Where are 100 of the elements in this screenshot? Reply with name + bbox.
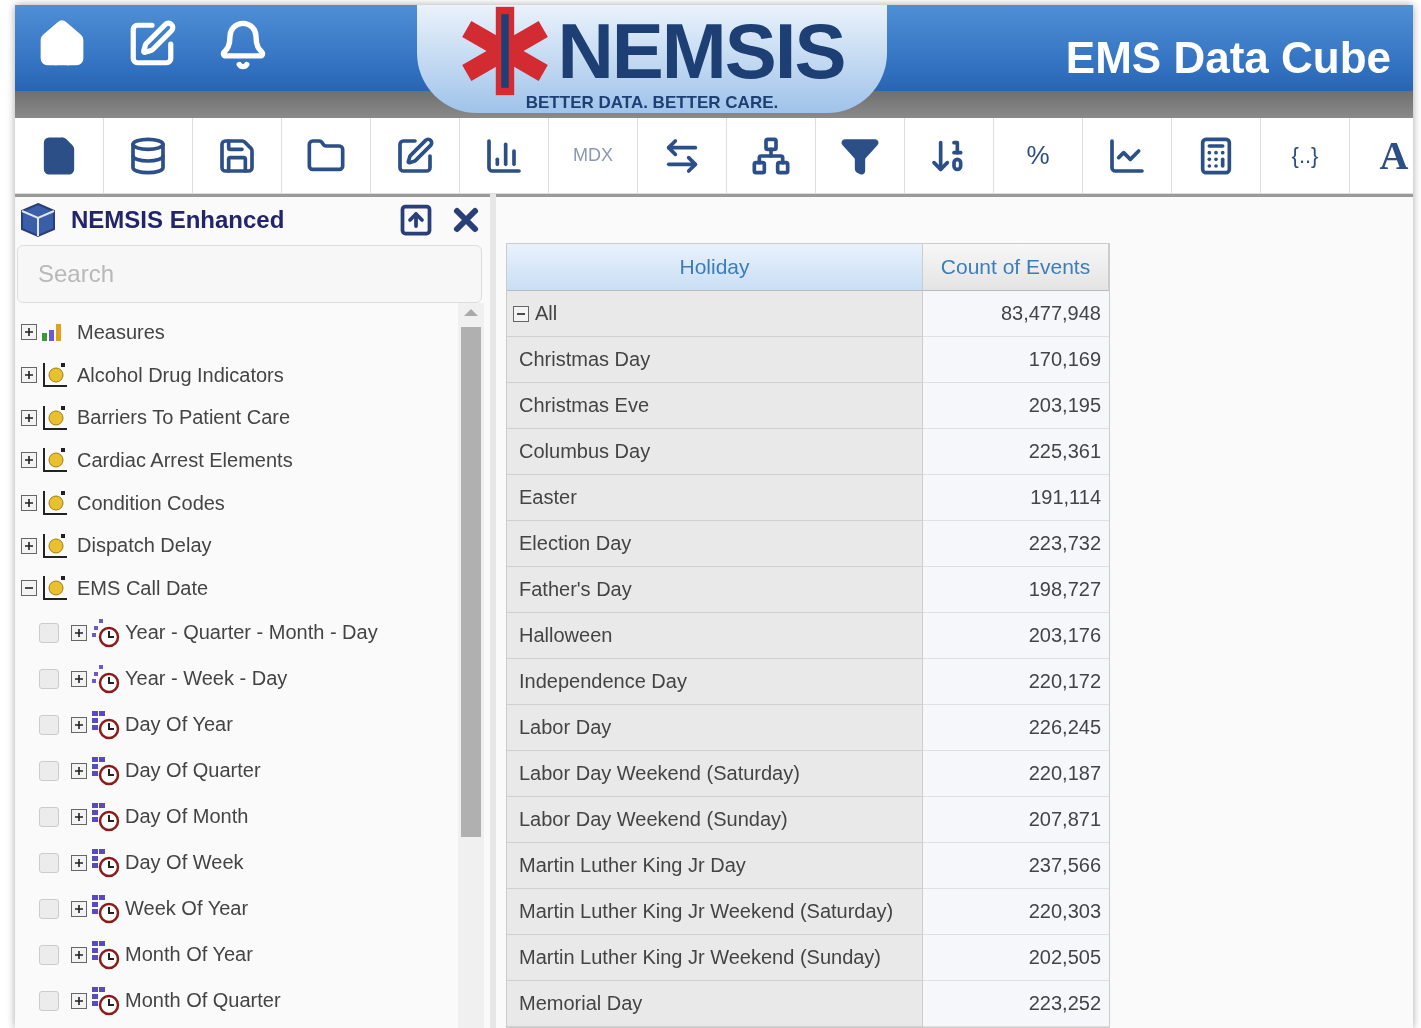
tree-item[interactable]: Condition Codes [77, 491, 225, 515]
row-header: Labor Day [507, 705, 923, 751]
table-cell: 237,566 [923, 843, 1109, 889]
row-header: Halloween [507, 613, 923, 659]
expand-icon[interactable] [71, 992, 87, 1009]
calendar-clock-icon [91, 939, 121, 970]
table-cell: 220,303 [923, 889, 1109, 935]
row-header: Columbus Day [507, 429, 923, 475]
tree-item[interactable]: Day Of Year [125, 713, 233, 737]
table-cell: 203,195 [923, 383, 1109, 429]
database-icon [128, 135, 168, 176]
row-header: Martin Luther King Jr Weekend (Sunday) [507, 935, 923, 981]
table-cell: 225,361 [923, 429, 1109, 475]
checkbox[interactable] [39, 990, 59, 1011]
calendar-clock-icon [91, 893, 121, 924]
row-header: Easter [507, 475, 923, 521]
hierarchy-icon [751, 135, 791, 176]
tree-item[interactable]: Year - Week - Day [125, 667, 288, 691]
table-cell: 202,505 [923, 935, 1109, 981]
checkbox[interactable] [39, 898, 59, 919]
checkbox[interactable] [39, 760, 59, 781]
checkbox[interactable] [39, 714, 59, 735]
row-header: Christmas Eve [507, 383, 923, 429]
row-header: Labor Day Weekend (Saturday) [507, 751, 923, 797]
expand-icon[interactable] [21, 367, 37, 384]
row-header: Labor Day Weekend (Sunday) [507, 797, 923, 843]
table-cell: 170,169 [923, 337, 1109, 383]
tree-item[interactable]: Cardiac Arrest Elements [77, 448, 293, 472]
cube-axes-icon [41, 403, 69, 432]
checkbox[interactable] [39, 852, 59, 873]
tree-item[interactable]: Year - Quarter - Month - Day [125, 621, 378, 645]
table-cell: 220,187 [923, 751, 1109, 797]
row-header: Martin Luther King Jr Day [507, 843, 923, 889]
checkbox[interactable] [39, 622, 59, 643]
expand-icon[interactable] [21, 409, 37, 426]
tree-item[interactable]: Month Of Year [125, 943, 253, 967]
collapse-panel-icon[interactable] [398, 202, 434, 238]
tree-item[interactable]: Month Of Quarter [125, 989, 281, 1013]
row-header[interactable]: All [507, 291, 923, 337]
expand-icon[interactable] [71, 624, 87, 641]
table-cell: 203,176 [923, 613, 1109, 659]
cube-icon [19, 201, 57, 239]
tree-item[interactable]: Measures [77, 320, 165, 344]
expand-icon[interactable] [71, 946, 87, 963]
cube-axes-icon [41, 489, 69, 518]
row-label: All [535, 302, 558, 325]
cube-axes-icon [41, 361, 69, 390]
tree-item[interactable]: Day Of Quarter [125, 759, 261, 783]
table-cell: 226,245 [923, 705, 1109, 751]
table-cell: 223,732 [923, 521, 1109, 567]
tree-item[interactable]: Day Of Month [125, 805, 249, 829]
expand-icon[interactable] [21, 537, 37, 554]
expand-icon[interactable] [71, 900, 87, 917]
calendar-clock-icon [91, 709, 121, 740]
table-cell: 223,252 [923, 981, 1109, 1027]
tree-item[interactable]: Alcohol Drug Indicators [77, 363, 284, 387]
calendar-clock-icon [91, 755, 121, 786]
table-cell: 220,172 [923, 659, 1109, 705]
checkbox[interactable] [39, 668, 59, 689]
scrollbar[interactable] [458, 303, 484, 1028]
table-cell: 207,871 [923, 797, 1109, 843]
calendar-clock-icon [91, 985, 121, 1016]
calendar-clock-icon [91, 617, 121, 648]
collapse-icon[interactable] [21, 580, 37, 597]
tree-item[interactable]: Day Of Week [125, 851, 244, 875]
cube-axes-icon [41, 446, 69, 475]
checkbox[interactable] [39, 944, 59, 965]
table-cell: 198,727 [923, 567, 1109, 613]
expand-icon[interactable] [71, 762, 87, 779]
logo-text: NEMSIS [557, 8, 845, 94]
checkbox[interactable] [39, 806, 59, 827]
column-header[interactable]: Count of Events [923, 244, 1109, 291]
row-header: Memorial Day [507, 981, 923, 1027]
row-header: Election Day [507, 521, 923, 567]
app-title: EMS Data Cube [1065, 33, 1391, 83]
tree-item[interactable]: Week Of Year [125, 897, 249, 921]
calendar-clock-icon [91, 801, 121, 832]
row-header: Father's Day [507, 567, 923, 613]
bar-chart-icon [41, 322, 63, 343]
expand-icon[interactable] [71, 716, 87, 733]
expand-icon[interactable] [21, 324, 37, 341]
expand-icon[interactable] [71, 854, 87, 871]
expand-icon[interactable] [71, 670, 87, 687]
search-field[interactable]: Search [17, 245, 482, 303]
tree-item[interactable]: EMS Call Date [77, 576, 209, 600]
row-header: Christmas Day [507, 337, 923, 383]
cube-axes-icon [41, 574, 69, 603]
tree-item[interactable]: Dispatch Delay [77, 534, 212, 558]
expand-icon[interactable] [71, 808, 87, 825]
table-cell: 83,477,948 [923, 291, 1109, 337]
expand-icon[interactable] [21, 495, 37, 512]
panel-title: NEMSIS Enhanced [71, 206, 286, 234]
tree-item[interactable]: Barriers To Patient Care [77, 406, 291, 430]
expand-icon[interactable] [21, 452, 37, 469]
logo-tagline: BETTER DATA. BETTER CARE. [525, 93, 779, 113]
table-cell: 191,114 [923, 475, 1109, 521]
calendar-clock-icon [91, 847, 121, 878]
edit-icon [395, 135, 435, 176]
collapse-icon[interactable] [513, 305, 529, 322]
row-header: Martin Luther King Jr Weekend (Saturday) [507, 889, 923, 935]
